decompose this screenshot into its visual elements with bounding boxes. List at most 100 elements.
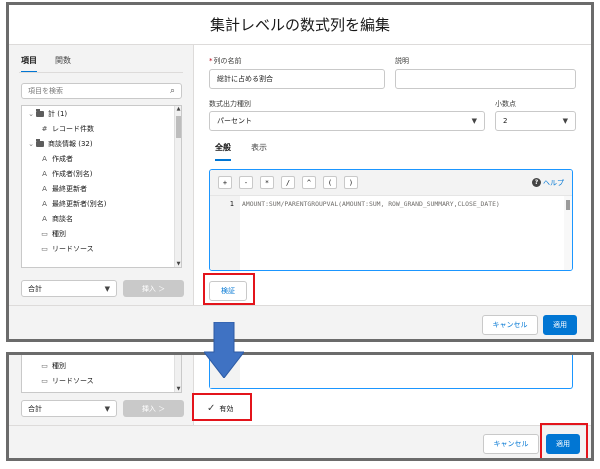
tree-item-type[interactable]: ▭ 種別 <box>22 226 181 241</box>
field-tree: ▭ 種別 ▭ リードソース ▼ <box>21 355 182 393</box>
tree-item-record-count[interactable]: # レコード件数 <box>22 121 181 136</box>
operator-minus-button[interactable]: - <box>239 176 253 189</box>
column-name-label: *列の名前 <box>209 57 242 65</box>
apply-highlight <box>540 423 588 458</box>
tree-scrollbar[interactable]: ▼ <box>174 355 181 392</box>
chevron-down-icon[interactable]: ⌄ <box>26 110 36 118</box>
tab-fields[interactable]: 項目 <box>21 55 37 73</box>
tab-display[interactable]: 表示 <box>251 142 267 161</box>
scroll-thumb[interactable] <box>176 116 181 138</box>
picklist-type-icon: ▭ <box>41 229 48 238</box>
help-link[interactable]: ? ヘルプ <box>532 178 564 188</box>
column-name-value: 総計に占める割合 <box>217 75 273 83</box>
formula-editor[interactable] <box>209 355 573 389</box>
modal-footer: キャンセル 適用 <box>9 305 591 339</box>
tree-item-label: 最終更新者(別名) <box>52 199 107 208</box>
caret-down-icon: ▼ <box>562 117 568 125</box>
tree-item-label: 作成者 <box>52 154 73 163</box>
tree-item-label: 種別 <box>52 229 66 238</box>
insert-button[interactable]: 挿入 ＞ <box>123 400 184 417</box>
output-type-label: 数式出力種別 <box>209 100 251 108</box>
apply-button[interactable]: 適用 <box>543 315 577 335</box>
output-type-select[interactable]: パーセント ▼ <box>209 111 485 131</box>
modal-title: 集計レベルの数式列を編集 <box>209 16 390 34</box>
tree-item-label: 商談名 <box>52 214 73 223</box>
cancel-button[interactable]: キャンセル <box>482 315 538 335</box>
aggregate-select[interactable]: 合計 ▼ <box>21 400 117 417</box>
formula-text[interactable]: AMOUNT:SUM/PARENTGROUPVAL(AMOUNT:SUM, RO… <box>240 196 564 270</box>
scroll-thumb[interactable] <box>566 200 570 210</box>
insert-button[interactable]: 挿入 ＞ <box>123 280 184 297</box>
required-marker: * <box>209 57 213 65</box>
tree-item-last-modified-by[interactable]: A 最終更新者 <box>22 181 181 196</box>
formula-editor-modal-after: ▭ 種別 ▭ リードソース ▼ 合計 ▼ 挿入 ＞ ✓ 有効 キャンセル 適用 <box>6 352 594 461</box>
tree-group-opportunity[interactable]: ⌄ 商談情報 (32) <box>22 136 181 151</box>
tree-item-last-modified-by-alias[interactable]: A 最終更新者(別名) <box>22 196 181 211</box>
tree-item-lead-source[interactable]: ▭ リードソース <box>22 241 181 256</box>
tree-group-label: 商談情報 (32) <box>48 139 93 148</box>
tree-item-type[interactable]: ▭ 種別 <box>22 358 181 373</box>
cancel-button[interactable]: キャンセル <box>483 434 539 454</box>
tree-scrollbar[interactable]: ▲ ▼ <box>174 106 181 267</box>
help-label: ヘルプ <box>543 178 564 187</box>
number-type-icon: # <box>41 124 48 133</box>
code-area[interactable]: 1 AMOUNT:SUM/PARENTGROUPVAL(AMOUNT:SUM, … <box>210 196 572 270</box>
column-name-input[interactable]: 総計に占める割合 <box>209 69 385 89</box>
folder-icon <box>36 108 44 117</box>
field-picker-panel: 項目 関数 項目を検索 ⌕ ⌄ 計 (1) # レコード件数 ⌄ 商談情報 (3… <box>9 45 194 305</box>
tab-divider <box>19 72 183 73</box>
description-input[interactable] <box>395 69 576 89</box>
scroll-down-icon[interactable]: ▼ <box>175 386 181 392</box>
chevron-down-icon[interactable]: ⌄ <box>26 140 36 148</box>
formula-editor[interactable]: + - * / ^ ( ) ? ヘルプ 1 AMOUNT:SUM/PARENTG… <box>209 169 573 271</box>
operator-toolbar: + - * / ^ ( ) ? ヘルプ <box>210 170 572 196</box>
validate-highlight <box>203 273 255 305</box>
arrow-down-icon <box>204 322 244 378</box>
tree-item-label: リードソース <box>52 376 94 385</box>
tree-group-label: 計 (1) <box>48 109 68 118</box>
field-tree: ⌄ 計 (1) # レコード件数 ⌄ 商談情報 (32) A 作成者 A 作成者… <box>21 105 182 268</box>
text-type-icon: A <box>42 154 47 163</box>
operator-divide-button[interactable]: / <box>281 176 295 189</box>
modal-footer: キャンセル 適用 <box>9 423 591 458</box>
aggregate-select[interactable]: 合計 ▼ <box>21 280 117 297</box>
picker-tabs: 項目 関数 <box>21 55 71 73</box>
decimal-label: 小数点 <box>495 100 516 108</box>
formula-editor-modal: 集計レベルの数式列を編集 項目 関数 項目を検索 ⌕ ⌄ 計 (1) # レコー… <box>6 2 594 342</box>
decimal-select[interactable]: 2 ▼ <box>495 111 576 131</box>
text-type-icon: A <box>42 184 47 193</box>
tree-item-label: リードソース <box>52 244 94 253</box>
field-search-input[interactable]: 項目を検索 ⌕ <box>21 83 182 99</box>
tree-item-opportunity-name[interactable]: A 商談名 <box>22 211 181 226</box>
scroll-down-icon[interactable]: ▼ <box>175 261 181 267</box>
tree-item-created-by-alias[interactable]: A 作成者(別名) <box>22 166 181 181</box>
line-number-gutter: 1 <box>210 196 240 270</box>
field-picker-panel: ▭ 種別 ▭ リードソース ▼ 合計 ▼ 挿入 ＞ <box>9 355 194 425</box>
description-label: 説明 <box>395 57 409 65</box>
tree-item-label: レコード件数 <box>52 124 94 133</box>
operator-close-paren-button[interactable]: ) <box>344 176 358 189</box>
operator-power-button[interactable]: ^ <box>302 176 316 189</box>
scroll-up-icon[interactable]: ▲ <box>175 106 181 112</box>
tab-functions[interactable]: 関数 <box>55 55 71 73</box>
picklist-type-icon: ▭ <box>41 244 48 253</box>
line-number: 1 <box>229 200 234 208</box>
tree-group-total[interactable]: ⌄ 計 (1) <box>22 106 181 121</box>
tree-item-created-by[interactable]: A 作成者 <box>22 151 181 166</box>
formula-subtabs: 全般 表示 <box>215 142 267 161</box>
output-type-value: パーセント <box>217 117 252 125</box>
search-placeholder: 項目を検索 <box>28 87 63 95</box>
picklist-type-icon: ▭ <box>41 361 48 370</box>
folder-icon <box>36 138 44 147</box>
operator-multiply-button[interactable]: * <box>260 176 274 189</box>
decimal-value: 2 <box>503 117 508 125</box>
caret-down-icon: ▼ <box>471 117 477 125</box>
text-type-icon: A <box>42 169 47 178</box>
tab-general[interactable]: 全般 <box>215 142 231 161</box>
editor-scrollbar[interactable] <box>564 196 572 270</box>
tree-item-label: 作成者(別名) <box>52 169 93 178</box>
tree-item-lead-source[interactable]: ▭ リードソース <box>22 373 181 388</box>
operator-plus-button[interactable]: + <box>218 176 232 189</box>
operator-open-paren-button[interactable]: ( <box>323 176 337 189</box>
text-type-icon: A <box>42 214 47 223</box>
